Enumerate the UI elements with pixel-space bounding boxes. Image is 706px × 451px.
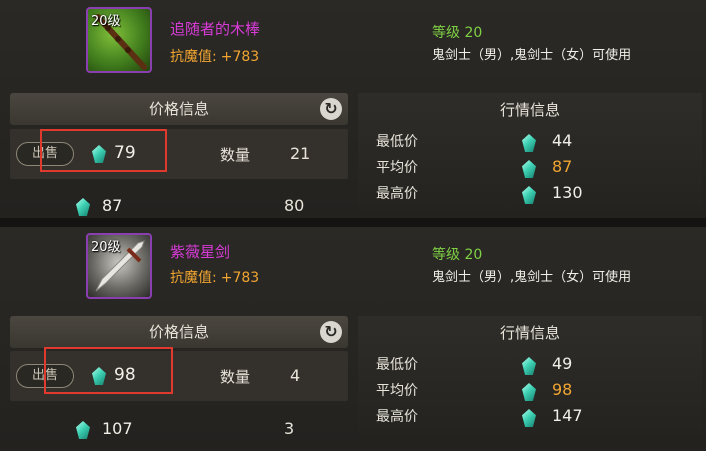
resist-value: +783 bbox=[220, 270, 260, 286]
price-info-title: 价格信息 bbox=[148, 100, 209, 118]
market-info-title: 行情信息 bbox=[499, 101, 560, 119]
price-info-header: 价格信息 ↻ bbox=[10, 93, 348, 125]
avg-price-label: 平均价 bbox=[376, 160, 418, 176]
class-restriction: 鬼剑士（男）,鬼剑士（女）可使用 bbox=[432, 270, 632, 285]
max-price-row: 最高价 130 bbox=[358, 183, 702, 207]
avg-price-value: 87 bbox=[552, 157, 573, 176]
resist-stat: 抗魔值: +783 bbox=[170, 46, 259, 66]
price-highlight-box bbox=[40, 129, 167, 172]
resist-label: 抗魔值: bbox=[170, 49, 217, 65]
listing-price: 87 bbox=[102, 196, 123, 215]
gem-icon bbox=[522, 134, 536, 152]
item-level-badge: 20级 bbox=[91, 240, 121, 255]
price-highlight-box bbox=[44, 347, 173, 394]
avg-price-label: 平均价 bbox=[376, 383, 418, 399]
my-quantity: 21 bbox=[290, 144, 311, 163]
market-info-title: 行情信息 bbox=[499, 324, 560, 342]
listing-quantity: 80 bbox=[284, 196, 305, 215]
max-price-label: 最高价 bbox=[376, 409, 418, 425]
avg-price-value: 98 bbox=[552, 380, 573, 399]
resist-label: 抗魔值: bbox=[170, 270, 217, 286]
price-info-title: 价格信息 bbox=[148, 323, 209, 341]
refresh-icon[interactable]: ↻ bbox=[320, 98, 342, 120]
item-listing-1: 20级 追随者的木棒 抗魔值: +783 等级 20 鬼剑士（男）,鬼剑士（女）可… bbox=[0, 0, 706, 222]
max-price-value: 147 bbox=[552, 406, 583, 425]
item-level-badge: 20级 bbox=[91, 14, 121, 29]
gem-icon bbox=[76, 421, 90, 439]
min-price-value: 44 bbox=[552, 131, 573, 150]
gem-icon bbox=[522, 186, 536, 204]
listing-row[interactable]: 107 3 bbox=[10, 415, 348, 445]
item-listing-2: 20级 紫薇星剑 抗魔值: +783 等级 20 鬼剑士（男）,鬼剑士（女）可使用… bbox=[0, 227, 706, 451]
gem-icon bbox=[522, 160, 536, 178]
item-icon-star-sword[interactable]: 20级 bbox=[86, 233, 152, 299]
min-price-label: 最低价 bbox=[376, 357, 418, 373]
quantity-label: 数量 bbox=[220, 146, 251, 164]
avg-price-row: 平均价 98 bbox=[358, 380, 702, 404]
item-name: 追随者的木棒 bbox=[170, 20, 261, 38]
gem-icon bbox=[76, 198, 90, 216]
item-name: 紫薇星剑 bbox=[170, 243, 231, 261]
avg-price-row: 平均价 87 bbox=[358, 157, 702, 181]
gem-icon bbox=[522, 357, 536, 375]
max-price-label: 最高价 bbox=[376, 186, 418, 202]
min-price-row: 最低价 44 bbox=[358, 131, 702, 155]
refresh-icon[interactable]: ↻ bbox=[320, 321, 342, 343]
market-info-panel: 行情信息 最低价 44 平均价 87 最高价 130 bbox=[358, 93, 702, 211]
min-price-label: 最低价 bbox=[376, 134, 418, 150]
listing-quantity: 3 bbox=[284, 419, 295, 438]
gem-icon bbox=[522, 409, 536, 427]
item-icon-wooden-club[interactable]: 20级 bbox=[86, 7, 152, 73]
level-requirement: 等级 20 bbox=[432, 247, 483, 263]
resist-stat: 抗魔值: +783 bbox=[170, 267, 259, 287]
max-price-row: 最高价 147 bbox=[358, 406, 702, 430]
market-info-panel: 行情信息 最低价 49 平均价 98 最高价 147 bbox=[358, 316, 702, 434]
class-restriction: 鬼剑士（男）,鬼剑士（女）可使用 bbox=[432, 48, 632, 63]
level-requirement: 等级 20 bbox=[432, 25, 483, 41]
max-price-value: 130 bbox=[552, 183, 583, 202]
price-info-header: 价格信息 ↻ bbox=[10, 316, 348, 348]
my-quantity: 4 bbox=[290, 366, 301, 385]
listing-price: 107 bbox=[102, 419, 133, 438]
gem-icon bbox=[522, 383, 536, 401]
min-price-row: 最低价 49 bbox=[358, 354, 702, 378]
resist-value: +783 bbox=[220, 49, 260, 65]
quantity-label: 数量 bbox=[220, 368, 251, 386]
min-price-value: 49 bbox=[552, 354, 573, 373]
